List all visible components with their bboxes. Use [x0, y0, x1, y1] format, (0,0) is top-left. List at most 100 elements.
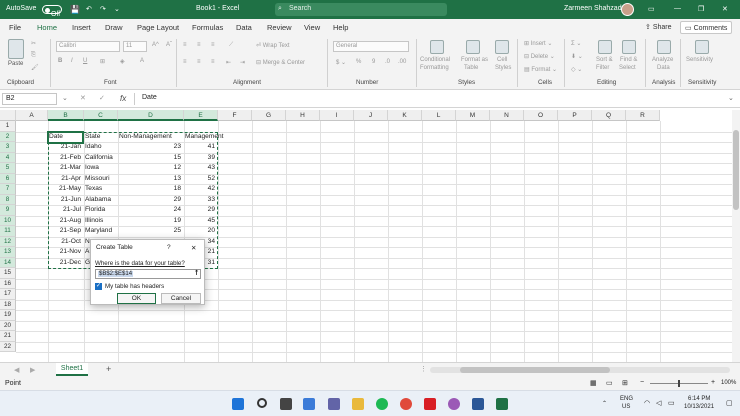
comma-icon[interactable]: 9	[372, 59, 375, 65]
row-header-1[interactable]: 1	[0, 121, 16, 132]
wifi-icon[interactable]: ◠	[644, 399, 650, 407]
zoom-level[interactable]: 100%	[721, 380, 736, 386]
row-header-8[interactable]: 8	[0, 194, 16, 205]
underline-icon[interactable]: U	[83, 58, 87, 64]
horizontal-scrollbar[interactable]	[430, 367, 730, 373]
column-header-k[interactable]: K	[388, 110, 422, 121]
analyze-data-label[interactable]: Analyze	[652, 57, 673, 63]
volume-icon[interactable]: ◁	[656, 399, 661, 407]
insert-cells-button[interactable]: ⊞ Insert ⌄	[524, 40, 552, 47]
tab-file[interactable]: File	[9, 23, 21, 32]
font-name-select[interactable]: Calibri	[56, 41, 120, 52]
column-header-j[interactable]: J	[354, 110, 388, 121]
tab-help[interactable]: Help	[333, 23, 348, 32]
search-box[interactable]: ⌕ Search	[275, 3, 447, 16]
tab-view[interactable]: View	[304, 23, 320, 32]
align-top-icon[interactable]: ≡	[183, 42, 187, 48]
cut-icon[interactable]: ✂	[31, 40, 36, 47]
copy-icon[interactable]: ⎘	[31, 52, 36, 59]
row-header-11[interactable]: 11	[0, 226, 16, 237]
row-header-5[interactable]: 5	[0, 163, 16, 174]
word-icon[interactable]	[472, 398, 484, 410]
headers-checkbox[interactable]: ✓	[95, 283, 102, 290]
conditional-formatting-label-2[interactable]: Formatting	[420, 65, 449, 71]
page-break-view-icon[interactable]: ⊞	[622, 379, 628, 387]
increase-indent-icon[interactable]: ⇥	[240, 59, 245, 66]
grow-font-icon[interactable]: A^	[152, 42, 159, 48]
zoom-slider[interactable]	[650, 380, 708, 387]
battery-icon[interactable]: ▭	[668, 399, 675, 407]
column-header-o[interactable]: O	[524, 110, 558, 121]
column-header-i[interactable]: I	[320, 110, 354, 121]
row-header-18[interactable]: 18	[0, 299, 16, 310]
autosum-icon[interactable]: Σ ⌄	[571, 40, 581, 47]
row-header-17[interactable]: 17	[0, 289, 16, 300]
fill-color-icon[interactable]: ◈	[120, 58, 125, 65]
format-painter-icon[interactable]: 🖌	[31, 64, 39, 71]
collapse-dialog-icon[interactable]: ⭡	[195, 270, 198, 278]
conditional-formatting-icon[interactable]	[430, 40, 444, 54]
column-header-h[interactable]: H	[286, 110, 320, 121]
row-header-14[interactable]: 14	[0, 257, 16, 268]
tab-formulas[interactable]: Formulas	[192, 23, 223, 32]
row-header-6[interactable]: 6	[0, 173, 16, 184]
next-sheet-icon[interactable]: ▶	[30, 366, 35, 374]
comments-button[interactable]: ▭ Comments	[680, 21, 733, 34]
column-header-d[interactable]: D	[118, 110, 184, 121]
bold-icon[interactable]: B	[58, 58, 62, 64]
italic-icon[interactable]: I	[71, 58, 73, 64]
align-right-icon[interactable]: ≡	[211, 59, 215, 65]
row-header-4[interactable]: 4	[0, 152, 16, 163]
delete-cells-button[interactable]: ⊟ Delete ⌄	[524, 53, 555, 60]
task-view-icon[interactable]	[280, 398, 292, 410]
column-header-l[interactable]: L	[422, 110, 456, 121]
shrink-font-icon[interactable]: Aˇ	[166, 42, 172, 48]
font-size-select[interactable]: 11	[123, 41, 147, 52]
vertical-scrollbar[interactable]	[732, 110, 740, 362]
tray-overflow-icon[interactable]: ⌃	[602, 400, 607, 407]
autosave-toggle[interactable]: Off	[42, 5, 62, 18]
column-header-n[interactable]: N	[490, 110, 524, 121]
orientation-icon[interactable]: ⟋	[229, 42, 233, 49]
row-header-10[interactable]: 10	[0, 215, 16, 226]
decrease-indent-icon[interactable]: ⇤	[226, 59, 231, 66]
expand-formula-icon[interactable]: ⌄	[728, 94, 734, 102]
tab-data[interactable]: Data	[236, 23, 252, 32]
font-color-icon[interactable]: A	[140, 58, 144, 64]
sort-filter-icon[interactable]	[598, 40, 612, 54]
select-all-corner[interactable]	[0, 110, 16, 121]
zoom-in-icon[interactable]: +	[711, 379, 715, 386]
tab-insert[interactable]: Insert	[72, 23, 91, 32]
page-layout-view-icon[interactable]: ▭	[606, 379, 613, 387]
decrease-decimal-icon[interactable]: .00	[398, 59, 406, 65]
file-explorer-icon[interactable]	[352, 398, 364, 410]
format-as-table-label-2[interactable]: Table	[464, 65, 478, 71]
language-code[interactable]: ENG	[620, 396, 633, 402]
row-header-21[interactable]: 21	[0, 331, 16, 342]
paste-icon[interactable]	[8, 39, 24, 59]
formula-input[interactable]: Date	[142, 94, 157, 101]
prev-sheet-icon[interactable]: ◀	[14, 366, 19, 374]
find-select-icon[interactable]	[622, 40, 636, 54]
column-header-b[interactable]: B	[48, 110, 84, 121]
zoom-out-icon[interactable]: −	[640, 379, 644, 386]
column-header-p[interactable]: P	[558, 110, 592, 121]
table-range-input[interactable]: $B$2:$E$14 ⭡	[95, 269, 201, 279]
sheet-tab-sheet1[interactable]: Sheet1	[56, 363, 88, 376]
notification-icon[interactable]: ▢	[726, 399, 733, 407]
column-header-e[interactable]: E	[184, 110, 218, 121]
start-icon[interactable]	[232, 398, 244, 410]
tab-review[interactable]: Review	[267, 23, 292, 32]
format-cells-button[interactable]: ▤ Format ⌄	[524, 66, 557, 73]
sensitivity-label[interactable]: Sensitivity	[686, 57, 713, 63]
clear-icon[interactable]: ◇ ⌄	[571, 66, 582, 73]
name-box[interactable]: B2	[2, 93, 57, 105]
analyze-data-icon[interactable]	[657, 40, 671, 54]
row-header-3[interactable]: 3	[0, 142, 16, 153]
row-header-7[interactable]: 7	[0, 184, 16, 195]
align-bottom-icon[interactable]: ≡	[211, 42, 215, 48]
row-header-19[interactable]: 19	[0, 310, 16, 321]
tab-page-layout[interactable]: Page Layout	[137, 23, 179, 32]
tab-draw[interactable]: Draw	[105, 23, 123, 32]
sort-filter-label[interactable]: Sort &	[596, 57, 613, 63]
